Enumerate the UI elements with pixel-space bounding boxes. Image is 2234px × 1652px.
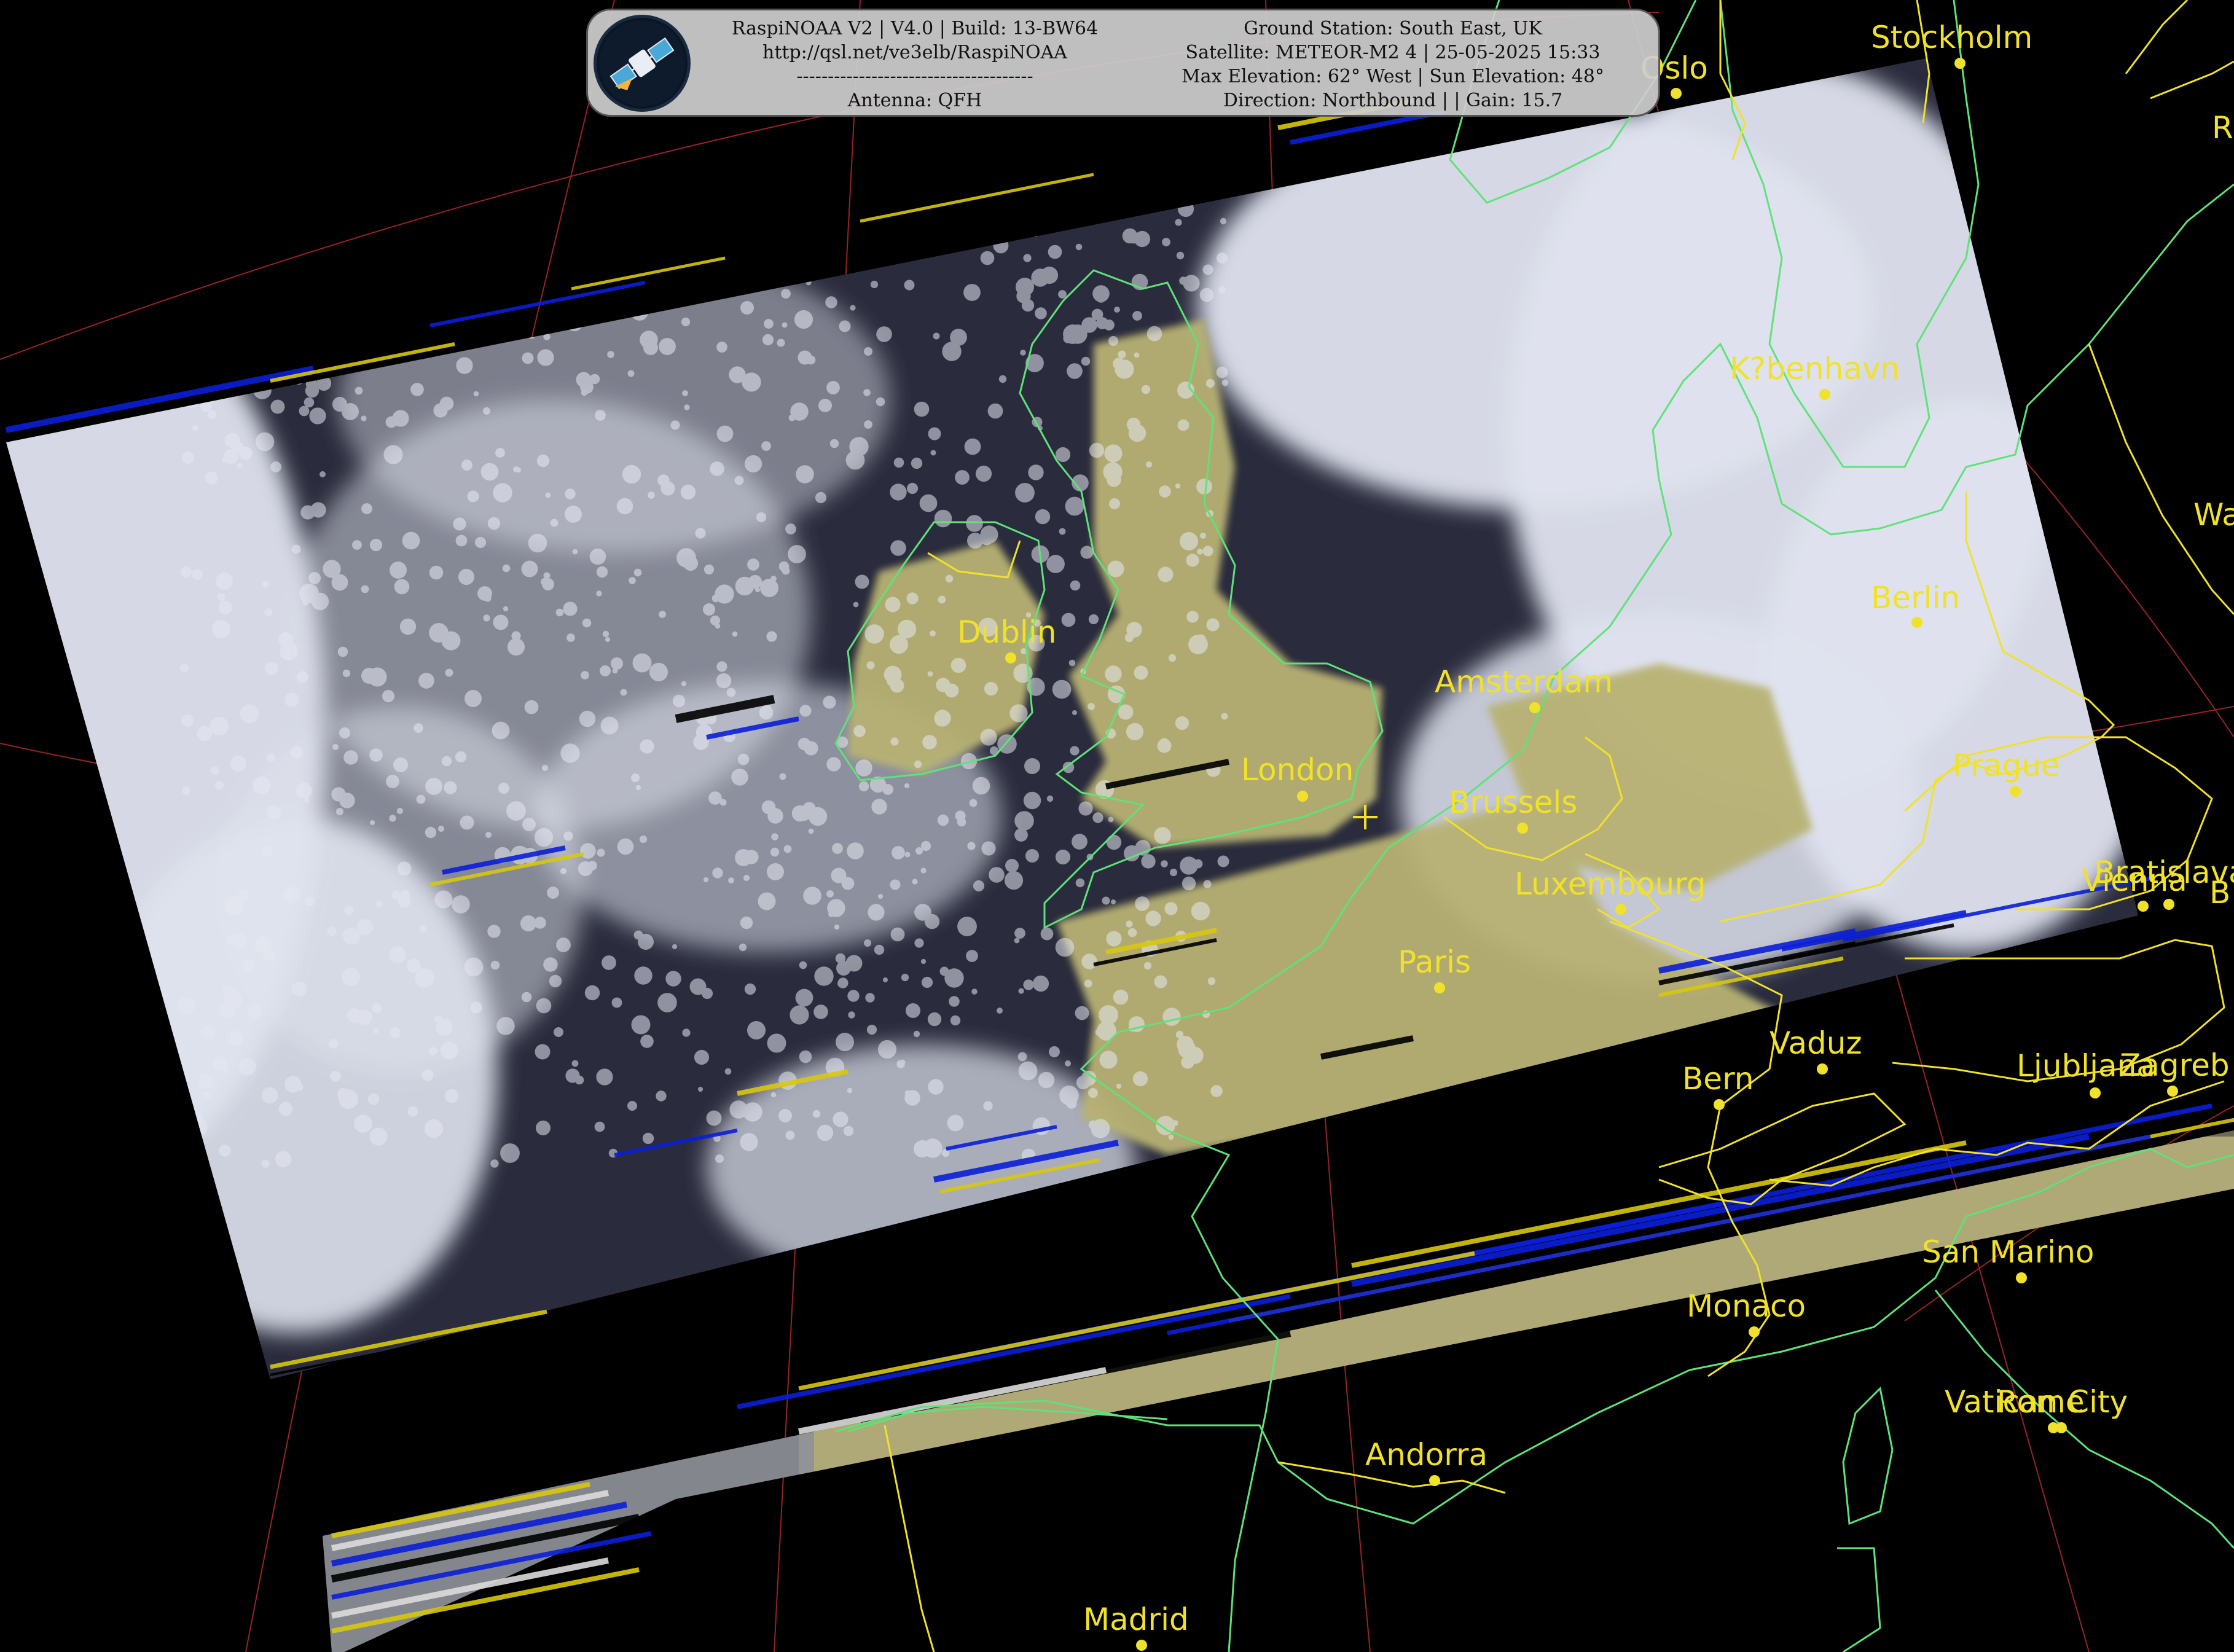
border-poland [2088, 343, 2234, 616]
city-label: Monaco [1687, 1288, 1806, 1324]
city-dot [1434, 982, 1445, 993]
city-label: Prague [1953, 748, 2060, 783]
coast-corsica-sardinia [1837, 1386, 1894, 1652]
build-info: RaspiNOAA V2 | V4.0 | Build: 13-BW64 htt… [724, 17, 1105, 112]
city-label: London [1241, 752, 1354, 788]
city-dot [1615, 904, 1626, 915]
city-label: Bern [1682, 1061, 1754, 1097]
direction-line: Direction: Northbound | | Gain: 15.7 [1223, 90, 1563, 111]
city-dot [1911, 617, 1922, 628]
city-zagreb: Zagreb [2120, 1047, 2230, 1097]
satellite-line: Satellite: METEOR-M2 4 | 25-05-2025 15:3… [1185, 42, 1601, 63]
city-label: Amsterdam [1435, 664, 1613, 700]
city-dot [2010, 786, 2021, 797]
pass-details: Ground Station: South East, UK Satellite… [1129, 17, 1657, 112]
build-line: RaspiNOAA V2 | V4.0 | Build: 13-BW64 [731, 18, 1099, 39]
city-vaduz: Vaduz [1770, 1025, 1862, 1075]
city-dot [2016, 1272, 2027, 1283]
elevation-line: Max Elevation: 62° West | Sun Elevation:… [1182, 66, 1604, 87]
city-label: Paris [1398, 944, 1471, 980]
satellite-map-view: Stockholm Oslo K?benhavn Berlin Amsterdam Dub… [0, 0, 2234, 1652]
city-label: Brussels [1449, 785, 1577, 820]
edge-label-warsaw: Wa [2193, 497, 2234, 533]
city-dot [1671, 88, 1682, 99]
city-dot [1714, 1099, 1725, 1110]
city-dot [2056, 1422, 2067, 1433]
city-label: Luxembourg [1515, 866, 1706, 902]
city-label: Zagreb [2120, 1047, 2230, 1083]
satellite-icon [597, 18, 688, 109]
city-label: Madrid [1083, 1602, 1189, 1637]
noise-streak [860, 173, 1094, 223]
city-label: Vienna [2082, 863, 2187, 898]
city-dot [1297, 791, 1308, 802]
city-label: Vaduz [1770, 1025, 1862, 1061]
city-san-marino: San Marino [1922, 1234, 2094, 1283]
ground-station-line: Ground Station: South East, UK [1244, 18, 1542, 39]
city-label: Andorra [1365, 1437, 1487, 1473]
city-dot [2163, 899, 2174, 910]
city-stockholm: Stockholm [1871, 20, 2032, 69]
city-dot [1136, 1640, 1147, 1651]
city-label: Rome [1997, 1384, 2085, 1420]
city-rome: Rome [1997, 1384, 2085, 1433]
city-dot [1749, 1326, 1760, 1337]
city-label: K?benhavn [1730, 351, 1900, 386]
city-dot [2090, 1087, 2101, 1098]
city-dot [1005, 652, 1016, 664]
border-portugal [884, 1425, 935, 1652]
border-baltics [2125, 0, 2234, 100]
city-dot [1429, 1475, 1440, 1486]
city-dot [1954, 58, 1966, 69]
edge-label-budapest: B [2209, 875, 2230, 910]
antenna-line: Antenna: QFH [847, 90, 982, 111]
city-andorra: Andorra [1365, 1437, 1487, 1486]
city-monaco: Monaco [1687, 1288, 1806, 1337]
city-dot [1817, 1063, 1828, 1075]
edge-label-riga: R [2212, 110, 2233, 146]
city-dot [2138, 901, 2149, 912]
city-dot [1517, 823, 1528, 834]
city-dot [1529, 702, 1540, 713]
separator-line: -------------------------------------- [796, 66, 1033, 87]
city-dot [1819, 389, 1830, 400]
noise-streak [571, 256, 726, 291]
city-madrid: Madrid [1083, 1602, 1189, 1651]
map-canvas: StockholmOsloK?benhavnBerlinAmsterdamDub… [0, 0, 2234, 1652]
pass-info-panel: RaspiNOAA V2 | V4.0 | Build: 13-BW64 htt… [586, 9, 1660, 117]
city-bern: Bern [1682, 1061, 1754, 1110]
city-label: Stockholm [1871, 20, 2032, 55]
city-label: Berlin [1871, 580, 1960, 616]
noise-streak [429, 281, 646, 327]
border-switzerland [1658, 1092, 1907, 1205]
website-link[interactable]: http://qsl.net/ve3elb/RaspiNOAA [724, 41, 1105, 65]
city-label: Dublin [957, 614, 1056, 650]
city-dot [2167, 1086, 2178, 1097]
city-label: San Marino [1922, 1234, 2094, 1270]
